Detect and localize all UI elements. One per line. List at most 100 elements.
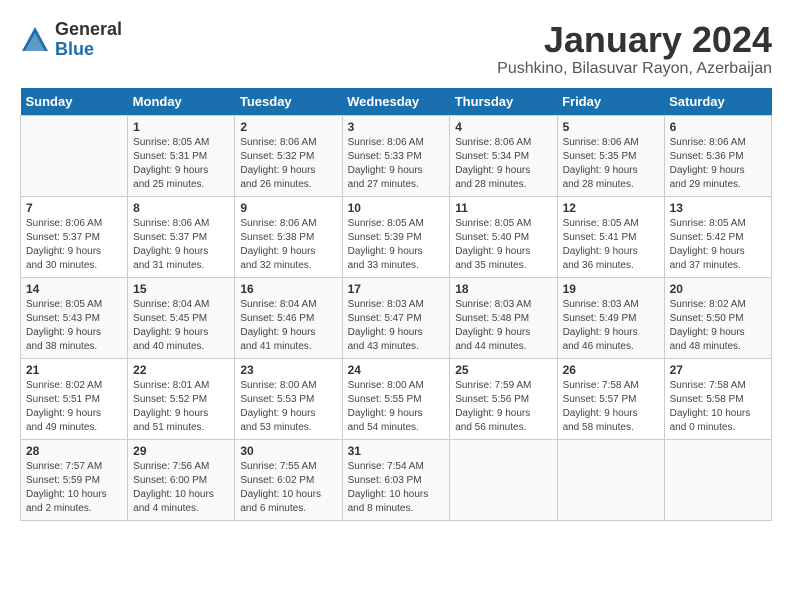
day-detail: Sunrise: 8:02 AM Sunset: 5:50 PM Dayligh… bbox=[670, 298, 766, 354]
calendar-cell: 8 Sunrise: 8:06 AM Sunset: 5:37 PM Daylig… bbox=[128, 196, 235, 277]
calendar-cell: 18Sunrise: 8:03 AM Sunset: 5:48 PM Dayli… bbox=[450, 277, 557, 358]
day-number: 3 bbox=[348, 120, 445, 134]
calendar-cell: 16 Sunrise: 8:04 AM Sunset: 5:46 PM Dayli… bbox=[235, 277, 342, 358]
day-detail: Sunrise: 8:04 AM Sunset: 5:45 PM Dayligh… bbox=[133, 298, 229, 354]
day-detail: Sunrise: 8:05 AM Sunset: 5:41 PM Dayligh… bbox=[563, 217, 659, 273]
day-number: 8 bbox=[133, 201, 229, 215]
calendar-cell: 23 Sunrise: 8:00 AM Sunset: 5:53 PM Dayli… bbox=[235, 358, 342, 439]
calendar-cell: 5 Sunrise: 8:06 AM Sunset: 5:35 PM Daylig… bbox=[557, 115, 664, 196]
day-number: 29 bbox=[133, 444, 229, 458]
day-number: 20 bbox=[670, 282, 766, 296]
day-number: 27 bbox=[670, 363, 766, 377]
day-number: 6 bbox=[670, 120, 766, 134]
calendar-cell: 31Sunrise: 7:54 AM Sunset: 6:03 PM Dayli… bbox=[342, 439, 450, 520]
day-number: 9 bbox=[240, 201, 336, 215]
day-detail: Sunrise: 7:57 AM Sunset: 5:59 PM Dayligh… bbox=[26, 460, 122, 516]
calendar-cell: 26 Sunrise: 7:58 AM Sunset: 5:57 PM Dayli… bbox=[557, 358, 664, 439]
day-detail: Sunrise: 7:55 AM Sunset: 6:02 PM Dayligh… bbox=[240, 460, 336, 516]
day-detail: Sunrise: 8:03 AM Sunset: 5:47 PM Dayligh… bbox=[348, 298, 445, 354]
day-detail: Sunrise: 8:06 AM Sunset: 5:32 PM Dayligh… bbox=[240, 136, 336, 192]
calendar-cell bbox=[557, 439, 664, 520]
logo-blue-text: Blue bbox=[55, 40, 122, 60]
logo-general-text: General bbox=[55, 20, 122, 40]
calendar-cell bbox=[21, 115, 128, 196]
title-area: January 2024 Pushkino, Bilasuvar Rayon, … bbox=[497, 20, 772, 78]
day-number: 15 bbox=[133, 282, 229, 296]
header-monday: Monday bbox=[128, 88, 235, 116]
day-number: 18 bbox=[455, 282, 551, 296]
logo: General Blue bbox=[20, 20, 122, 60]
calendar-cell bbox=[450, 439, 557, 520]
logo-icon bbox=[20, 25, 50, 55]
calendar-cell: 10Sunrise: 8:05 AM Sunset: 5:39 PM Dayli… bbox=[342, 196, 450, 277]
calendar-week-row: 1Sunrise: 8:05 AM Sunset: 5:31 PM Daylig… bbox=[21, 115, 772, 196]
day-detail: Sunrise: 8:00 AM Sunset: 5:55 PM Dayligh… bbox=[348, 379, 445, 435]
header-wednesday: Wednesday bbox=[342, 88, 450, 116]
calendar-cell: 1Sunrise: 8:05 AM Sunset: 5:31 PM Daylig… bbox=[128, 115, 235, 196]
day-detail: Sunrise: 8:02 AM Sunset: 5:51 PM Dayligh… bbox=[26, 379, 122, 435]
calendar-cell: 25 Sunrise: 7:59 AM Sunset: 5:56 PM Dayli… bbox=[450, 358, 557, 439]
day-detail: Sunrise: 8:06 AM Sunset: 5:38 PM Dayligh… bbox=[240, 217, 336, 273]
day-detail: Sunrise: 8:06 AM Sunset: 5:37 PM Dayligh… bbox=[133, 217, 229, 273]
day-detail: Sunrise: 8:06 AM Sunset: 5:35 PM Dayligh… bbox=[563, 136, 659, 192]
day-detail: Sunrise: 8:01 AM Sunset: 5:52 PM Dayligh… bbox=[133, 379, 229, 435]
day-number: 2 bbox=[240, 120, 336, 134]
day-detail: Sunrise: 7:59 AM Sunset: 5:56 PM Dayligh… bbox=[455, 379, 551, 435]
day-number: 30 bbox=[240, 444, 336, 458]
day-detail: Sunrise: 8:00 AM Sunset: 5:53 PM Dayligh… bbox=[240, 379, 336, 435]
calendar-cell: 30 Sunrise: 7:55 AM Sunset: 6:02 PM Dayli… bbox=[235, 439, 342, 520]
day-number: 19 bbox=[563, 282, 659, 296]
calendar-cell: 12Sunrise: 8:05 AM Sunset: 5:41 PM Dayli… bbox=[557, 196, 664, 277]
calendar-cell: 4 Sunrise: 8:06 AM Sunset: 5:34 PM Daylig… bbox=[450, 115, 557, 196]
calendar-cell: 6 Sunrise: 8:06 AM Sunset: 5:36 PM Daylig… bbox=[664, 115, 771, 196]
calendar-week-row: 21 Sunrise: 8:02 AM Sunset: 5:51 PM Dayli… bbox=[21, 358, 772, 439]
calendar-cell: 13 Sunrise: 8:05 AM Sunset: 5:42 PM Dayli… bbox=[664, 196, 771, 277]
day-number: 7 bbox=[26, 201, 122, 215]
day-detail: Sunrise: 7:56 AM Sunset: 6:00 PM Dayligh… bbox=[133, 460, 229, 516]
calendar-cell: 19 Sunrise: 8:03 AM Sunset: 5:49 PM Dayli… bbox=[557, 277, 664, 358]
day-number: 31 bbox=[348, 444, 445, 458]
day-number: 21 bbox=[26, 363, 122, 377]
day-number: 5 bbox=[563, 120, 659, 134]
day-number: 25 bbox=[455, 363, 551, 377]
calendar-cell: 22 Sunrise: 8:01 AM Sunset: 5:52 PM Dayli… bbox=[128, 358, 235, 439]
calendar-cell: 27 Sunrise: 7:58 AM Sunset: 5:58 PM Dayli… bbox=[664, 358, 771, 439]
calendar-cell: 17Sunrise: 8:03 AM Sunset: 5:47 PM Dayli… bbox=[342, 277, 450, 358]
calendar-cell: 15 Sunrise: 8:04 AM Sunset: 5:45 PM Dayli… bbox=[128, 277, 235, 358]
header-tuesday: Tuesday bbox=[235, 88, 342, 116]
day-detail: Sunrise: 8:03 AM Sunset: 5:49 PM Dayligh… bbox=[563, 298, 659, 354]
day-detail: Sunrise: 8:05 AM Sunset: 5:42 PM Dayligh… bbox=[670, 217, 766, 273]
day-detail: Sunrise: 8:04 AM Sunset: 5:46 PM Dayligh… bbox=[240, 298, 336, 354]
day-number: 23 bbox=[240, 363, 336, 377]
calendar-cell: 20 Sunrise: 8:02 AM Sunset: 5:50 PM Dayli… bbox=[664, 277, 771, 358]
day-number: 26 bbox=[563, 363, 659, 377]
day-detail: Sunrise: 8:05 AM Sunset: 5:40 PM Dayligh… bbox=[455, 217, 551, 273]
day-detail: Sunrise: 8:06 AM Sunset: 5:34 PM Dayligh… bbox=[455, 136, 551, 192]
header-thursday: Thursday bbox=[450, 88, 557, 116]
calendar-header-row: SundayMondayTuesdayWednesdayThursdayFrid… bbox=[21, 88, 772, 116]
calendar-week-row: 7 Sunrise: 8:06 AM Sunset: 5:37 PM Daylig… bbox=[21, 196, 772, 277]
day-number: 1 bbox=[133, 120, 229, 134]
day-number: 10 bbox=[348, 201, 445, 215]
day-number: 22 bbox=[133, 363, 229, 377]
calendar-cell: 14 Sunrise: 8:05 AM Sunset: 5:43 PM Dayli… bbox=[21, 277, 128, 358]
day-number: 13 bbox=[670, 201, 766, 215]
calendar-cell: 28Sunrise: 7:57 AM Sunset: 5:59 PM Dayli… bbox=[21, 439, 128, 520]
day-detail: Sunrise: 7:58 AM Sunset: 5:57 PM Dayligh… bbox=[563, 379, 659, 435]
day-detail: Sunrise: 8:05 AM Sunset: 5:43 PM Dayligh… bbox=[26, 298, 122, 354]
calendar-cell: 7Sunrise: 8:06 AM Sunset: 5:37 PM Daylig… bbox=[21, 196, 128, 277]
calendar-cell: 24Sunrise: 8:00 AM Sunset: 5:55 PM Dayli… bbox=[342, 358, 450, 439]
location-title: Pushkino, Bilasuvar Rayon, Azerbaijan bbox=[497, 60, 772, 78]
month-title: January 2024 bbox=[497, 20, 772, 60]
header-friday: Friday bbox=[557, 88, 664, 116]
day-detail: Sunrise: 7:58 AM Sunset: 5:58 PM Dayligh… bbox=[670, 379, 766, 435]
calendar-week-row: 28Sunrise: 7:57 AM Sunset: 5:59 PM Dayli… bbox=[21, 439, 772, 520]
day-number: 4 bbox=[455, 120, 551, 134]
calendar-cell: 29 Sunrise: 7:56 AM Sunset: 6:00 PM Dayli… bbox=[128, 439, 235, 520]
day-number: 14 bbox=[26, 282, 122, 296]
day-detail: Sunrise: 8:06 AM Sunset: 5:36 PM Dayligh… bbox=[670, 136, 766, 192]
calendar-week-row: 14 Sunrise: 8:05 AM Sunset: 5:43 PM Dayli… bbox=[21, 277, 772, 358]
day-number: 16 bbox=[240, 282, 336, 296]
calendar-cell: 3Sunrise: 8:06 AM Sunset: 5:33 PM Daylig… bbox=[342, 115, 450, 196]
calendar-cell: 11Sunrise: 8:05 AM Sunset: 5:40 PM Dayli… bbox=[450, 196, 557, 277]
